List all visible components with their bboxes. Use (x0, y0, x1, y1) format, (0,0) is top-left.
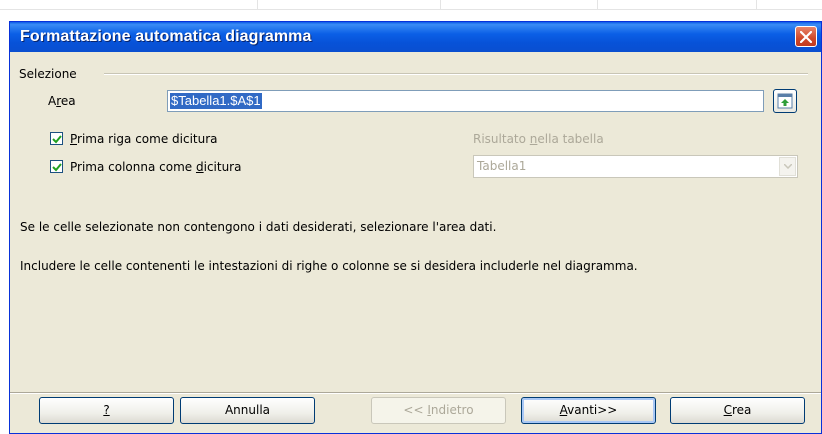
create-button[interactable]: Crea (670, 397, 805, 424)
first-row-checkbox[interactable] (50, 132, 63, 145)
first-row-label: Prima riga come dicitura (70, 132, 218, 146)
spreadsheet-column-tick (756, 0, 757, 9)
dropdown-button[interactable] (779, 157, 796, 176)
info-text-headers: Includere le celle contenenti le intesta… (20, 259, 638, 273)
group-divider (104, 73, 808, 75)
next-button[interactable]: Avanti>> (521, 397, 656, 424)
shrink-range-icon (777, 93, 793, 109)
area-range-value: $Tabella1.$A$1 (170, 93, 262, 109)
help-button[interactable]: ? (39, 397, 174, 424)
spreadsheet-column-tick (440, 0, 441, 9)
cancel-button[interactable]: Annulla (180, 397, 315, 424)
spreadsheet-column-tick (597, 0, 598, 9)
result-table-value: Tabella1 (477, 159, 527, 173)
check-icon (52, 163, 62, 172)
back-button[interactable]: << Indietro (371, 397, 506, 424)
info-text-selection: Se le celle selezionate non contengono i… (20, 220, 497, 234)
spreadsheet-column-tick (257, 0, 258, 9)
button-separator (10, 392, 821, 394)
first-column-label: Prima colonna come dicitura (70, 160, 242, 174)
spreadsheet-gridline (0, 9, 822, 10)
result-table-label: Risultato nella tabella (473, 132, 604, 146)
check-icon (52, 135, 62, 144)
close-icon (800, 31, 812, 43)
shrink-range-button[interactable] (773, 89, 797, 113)
area-label: Area (48, 94, 76, 108)
first-column-checkbox[interactable] (50, 160, 63, 173)
area-range-input[interactable]: $Tabella1.$A$1 (167, 90, 764, 112)
title-bar[interactable]: Formattazione automatica diagramma (10, 22, 821, 52)
dialog-content: Selezione Area $Tabella1.$A$1 Prima riga… (10, 52, 821, 433)
result-table-select[interactable]: Tabella1 (473, 155, 798, 178)
chevron-down-icon (784, 164, 792, 169)
chart-autoformat-dialog: Formattazione automatica diagramma Selez… (9, 21, 822, 434)
dialog-title: Formattazione automatica diagramma (20, 28, 312, 45)
selection-group-label: Selezione (19, 67, 77, 81)
close-button[interactable] (795, 26, 817, 47)
